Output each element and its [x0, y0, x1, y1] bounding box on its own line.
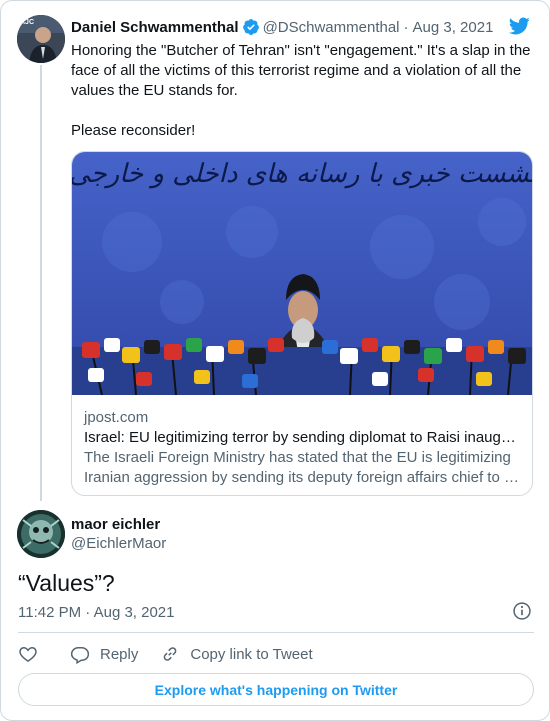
author-name[interactable]: Daniel Schwammenthal — [71, 19, 239, 36]
reply-button-label: Reply — [100, 645, 139, 663]
link-icon — [164, 647, 177, 661]
copy-link-button[interactable]: Copy link to Tweet — [160, 644, 313, 664]
explore-twitter-button[interactable]: Explore what's happening on Twitter — [18, 673, 534, 706]
info-icon[interactable] — [512, 601, 532, 621]
author-handle[interactable]: @DSchwammenthal — [263, 19, 400, 36]
reply-bubble-icon — [70, 647, 90, 664]
like-button[interactable] — [18, 644, 38, 664]
copy-link-label: Copy link to Tweet — [190, 645, 313, 663]
thread-connector-line — [40, 65, 42, 501]
action-bar: Reply Copy link to Tweet — [18, 643, 335, 665]
reply-author-avatar[interactable] — [17, 510, 65, 558]
svg-text:AJC: AJC — [20, 19, 34, 26]
separator-dot: · — [403, 18, 409, 36]
reply-author-handle[interactable]: @EichlerMaor — [71, 534, 166, 554]
tweet-header: Daniel Schwammenthal @DSchwammenthal · A… — [71, 16, 493, 38]
link-preview-card[interactable]: نشست خبری با رسانه های داخلی و خارجی jpo… — [71, 151, 533, 496]
link-domain: jpost.com — [84, 409, 149, 426]
divider — [18, 632, 534, 633]
banner-text: نشست خبری با رسانه های داخلی و خارجی — [72, 159, 533, 189]
tweet-text: Honoring the "Butcher of Tehran" isn't "… — [71, 42, 531, 139]
link-preview-meta: jpost.com Israel: EU legitimizing terror… — [84, 408, 522, 488]
link-description: The Israeli Foreign Ministry has stated … — [84, 449, 519, 486]
author-avatar[interactable]: AJC — [17, 15, 65, 63]
link-preview-image: نشست خبری با رسانه های داخلی و خارجی — [72, 152, 533, 395]
reply-timestamp[interactable]: 11:42 PM · Aug 3, 2021 — [18, 604, 175, 621]
verified-badge-icon — [242, 18, 260, 36]
reply-text: “Values”? — [18, 570, 115, 596]
link-title: Israel: EU legitimizing terror by sendin… — [84, 429, 516, 446]
reply-author-name[interactable]: maor eichler — [71, 515, 160, 535]
twitter-bird-icon[interactable] — [507, 15, 531, 37]
reply-meta-row: 11:42 PM · Aug 3, 2021 — [18, 601, 534, 623]
embedded-tweet-card: AJC Daniel Schwammenthal @DSchwammenthal… — [0, 0, 550, 721]
reply-button[interactable]: Reply — [70, 644, 138, 664]
heart-icon — [19, 646, 37, 662]
explore-button-label: Explore what's happening on Twitter — [154, 681, 398, 698]
tweet-date[interactable]: Aug 3, 2021 — [413, 19, 494, 36]
